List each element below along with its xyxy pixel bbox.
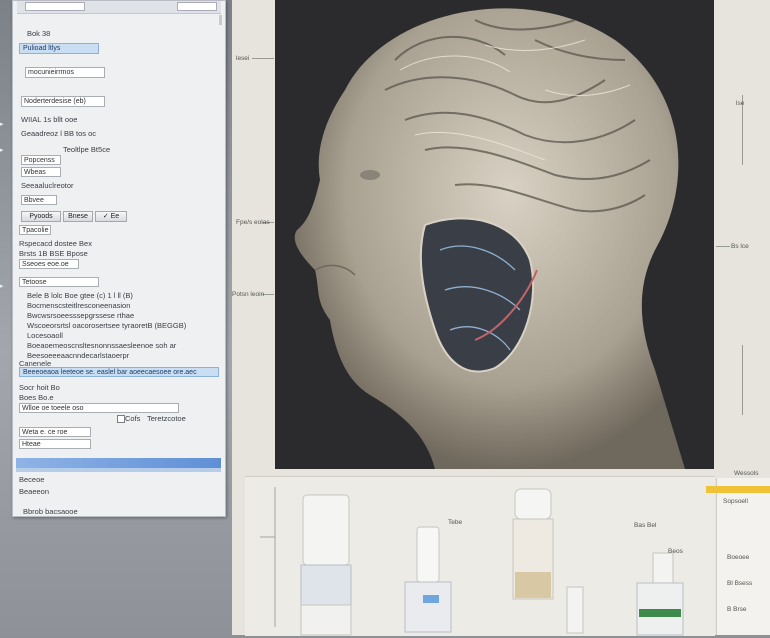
bnese-button[interactable]: Bnese: [63, 211, 93, 222]
prop-label: WIIAL 1s bllt ooe: [21, 115, 78, 124]
legend-item: B Brse: [727, 606, 747, 613]
section-heading: Socr hoit Bo: [19, 383, 60, 392]
prop-field[interactable]: Noderterdesise (eb): [21, 96, 105, 107]
prop-row: Locesoaoll: [27, 331, 63, 340]
prop-row: Boeaoemeoscnsltesnonnssaesleenoe soh ar: [27, 341, 177, 350]
lower-product-strip: [245, 476, 715, 636]
callout-label: Bs lce: [731, 243, 749, 250]
prop-label: Brsts 1B BSE Bpose: [19, 249, 88, 258]
callout-leader: [742, 345, 743, 415]
legend-column: Sopsoell Boeoee Bl Bsess B Brse: [716, 478, 770, 635]
option-checkbox[interactable]: [117, 415, 125, 423]
panel-scrollbar[interactable]: [219, 15, 222, 25]
prop-row: Bocmenscsteitlresconeenasion: [27, 301, 131, 310]
prop-row: Bwcwsrsoeesssepgrssese rthae: [27, 311, 135, 320]
prop-label: Boes Bo.e: [19, 393, 54, 402]
device-label: Beos: [668, 548, 683, 555]
prop-label: Beceoe: [19, 475, 45, 484]
callout-label: Fpe/s eolas: [236, 219, 270, 226]
head-illustration-svg: [275, 0, 714, 469]
prop-label: Beaeeon: [19, 487, 50, 496]
prop-row: Bele B lolc Boe gtee (c) 1 l ll (B): [27, 291, 133, 300]
prop-label: Teretzcotoe: [147, 414, 186, 423]
panel-search-field[interactable]: [25, 2, 85, 11]
prop-field[interactable]: Sseoes eoe.oe: [19, 259, 79, 269]
gutter-mark: ▸: [0, 283, 4, 290]
callout-leader: [716, 246, 730, 247]
legend-item: Sopsoell: [723, 498, 748, 505]
devices-illustration-svg: [260, 487, 684, 636]
prop-field[interactable]: Wlloe oe toeele oso: [19, 403, 179, 413]
panel-toolbar: [17, 1, 221, 14]
callout-label: Potsn leoin: [232, 291, 265, 298]
pyoods-button[interactable]: Pyoods: [21, 211, 61, 222]
gutter-mark: ▸: [0, 147, 4, 154]
prop-field[interactable]: Popcenss: [21, 155, 61, 165]
prop-field[interactable]: Bbvee: [21, 195, 57, 205]
confirm-button[interactable]: ✓ Ee: [95, 211, 127, 222]
device-label: Bas Bel: [634, 522, 657, 529]
prop-value-selected[interactable]: Beeeoeaoa leeteoe se. easlel bar aoeecae…: [19, 367, 219, 377]
prop-label: Geaadreoz l BB tos oc: [21, 129, 97, 138]
callout-label: lse: [736, 100, 745, 107]
legend-item: Bl Bsess: [727, 580, 753, 587]
gutter-mark: ▸: [0, 121, 4, 128]
prop-row: Wscoeorsrtsl oacorosertsee tyraoretB (BE…: [27, 321, 187, 330]
callout-label: lesei: [236, 55, 250, 62]
selected-row-highlight[interactable]: [16, 458, 221, 468]
properties-panel: Bok 38 Pulioad ltlys mocunieirrmos Noder…: [12, 0, 226, 517]
selected-row-underline: [16, 468, 221, 472]
prop-field[interactable]: Wbeas: [21, 167, 61, 177]
prop-field[interactable]: Hteae: [19, 439, 91, 449]
prop-value-selected[interactable]: Pulioad ltlys: [19, 43, 99, 54]
checkbox-label: Cofs: [125, 414, 141, 423]
illustration-head-anatomy[interactable]: [275, 0, 714, 469]
prop-label: Bok 38: [27, 29, 51, 38]
section-heading: Rspecacd dostee Bex: [19, 239, 92, 248]
prop-label: Teoltlpe Bt5ce: [63, 145, 111, 154]
legend-item: Boeoee: [727, 554, 750, 561]
callout-label: Wessols: [734, 470, 759, 477]
callout-leader: [252, 58, 274, 59]
panel-filter-field[interactable]: [177, 2, 217, 11]
highlight-tab[interactable]: [706, 486, 770, 493]
prop-field[interactable]: mocunieirrmos: [25, 67, 105, 78]
prop-field[interactable]: Tpacolie: [19, 225, 51, 235]
device-label: Tebe: [448, 519, 463, 526]
prop-label: Seeaaluclreotor: [21, 181, 74, 190]
prop-field[interactable]: Tetoose: [19, 277, 99, 287]
panel-footer: Bbrob bacsaooe: [23, 507, 78, 516]
prop-field[interactable]: Weta e. ce roe: [19, 427, 91, 437]
